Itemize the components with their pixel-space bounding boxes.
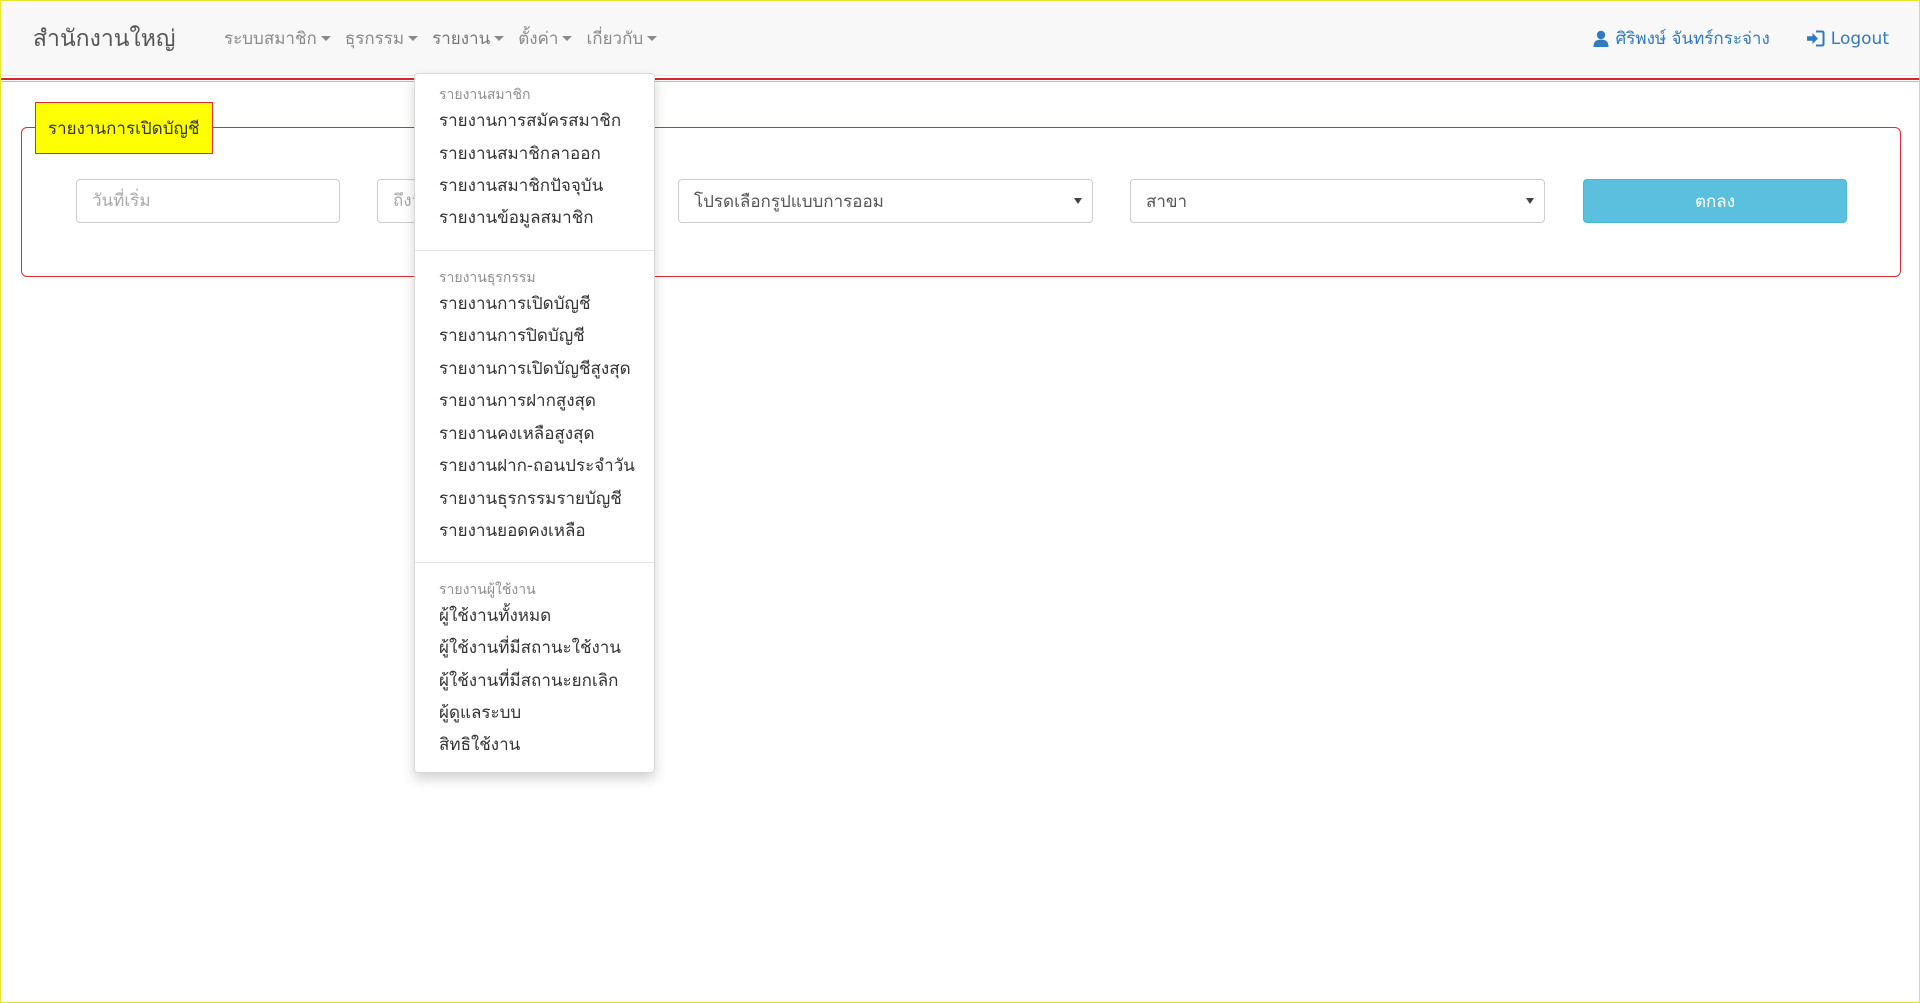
submit-button[interactable]: ตกลง: [1583, 179, 1847, 223]
dropdown-item[interactable]: รายงานฝาก-ถอนประจำวัน: [439, 451, 639, 481]
savings-type-select[interactable]: โปรดเลือกรูปแบบการออม: [678, 179, 1093, 223]
dropdown-item[interactable]: รายงานธุรกรรมรายบัญชี: [439, 484, 639, 514]
caret-down-icon: [408, 36, 419, 41]
dropdown-item[interactable]: ผู้ใช้งานทั้งหมด: [439, 601, 639, 631]
branch-value: สาขา: [1146, 191, 1188, 212]
nav-menu-label: ธุรกรรม: [344, 29, 405, 49]
dropdown-item[interactable]: รายงานการปิดบัญชี: [439, 321, 639, 351]
nav-menu-label: ตั้งค่า: [518, 29, 559, 49]
nav-menu-settings[interactable]: ตั้งค่า: [511, 25, 579, 52]
dropdown-item[interactable]: รายงานการเปิดบัญชีสูงสุด: [439, 354, 639, 384]
start-date-input[interactable]: [76, 179, 340, 223]
caret-down-icon: [562, 36, 573, 41]
caret-down-icon: [494, 36, 505, 41]
nav-menu-reports[interactable]: รายงาน: [425, 25, 511, 52]
dropdown-item[interactable]: ผู้ใช้งานที่มีสถานะยกเลิก: [439, 666, 639, 696]
dropdown-header-users: รายงานผู้ใช้งาน: [439, 582, 536, 598]
nav-menu-about[interactable]: เกี่ยวกับ: [579, 25, 664, 52]
header-divider-light: [1, 81, 1919, 82]
dropdown-header-members: รายงานสมาชิก: [439, 87, 531, 103]
nav-menu: ระบบสมาชิก ธุรกรรม รายงาน ตั้งค่า เกี่ยว…: [217, 25, 664, 52]
user-profile-link[interactable]: ศิริพงษ์ จันทร์กระจ่าง: [1593, 25, 1770, 52]
logout-icon: [1806, 30, 1825, 47]
nav-menu-label: เกี่ยวกับ: [586, 29, 644, 49]
logout-link[interactable]: Logout: [1806, 25, 1889, 52]
dropdown-item[interactable]: รายงานการเปิดบัญชี: [439, 289, 639, 319]
nav-menu-label: ระบบสมาชิก: [224, 29, 317, 49]
dropdown-item[interactable]: รายงานการสมัครสมาชิก: [439, 106, 639, 136]
user-name: ศิริพงษ์ จันทร์กระจ่าง: [1615, 29, 1770, 49]
dropdown-header-transactions: รายงานธุรกรรม: [439, 270, 536, 286]
caret-down-icon: [647, 36, 658, 41]
nav-right: ศิริพงษ์ จันทร์กระจ่าง Logout: [1593, 25, 1889, 52]
dropdown-item[interactable]: รายงานการฝากสูงสุด: [439, 386, 639, 416]
dropdown-item[interactable]: รายงานข้อมูลสมาชิก: [439, 203, 639, 233]
dropdown-item[interactable]: ผู้ดูแลระบบ: [439, 698, 639, 728]
nav-menu-members[interactable]: ระบบสมาชิก: [217, 25, 338, 52]
select-arrow-icon: [1074, 198, 1082, 204]
logout-label: Logout: [1830, 28, 1889, 49]
dropdown-divider: [415, 562, 654, 563]
dropdown-divider: [415, 250, 654, 251]
nav-menu-transactions[interactable]: ธุรกรรม: [338, 25, 425, 52]
panel-title: รายงานการเปิดบัญชี: [35, 102, 213, 154]
savings-type-value: โปรดเลือกรูปแบบการออม: [694, 191, 884, 212]
dropdown-item[interactable]: รายงานคงเหลือสูงสุด: [439, 419, 639, 449]
user-icon: [1593, 30, 1609, 47]
header-divider: [1, 78, 1919, 80]
brand-title[interactable]: สำนักงานใหญ่: [33, 21, 175, 57]
navbar: สำนักงานใหญ่ ระบบสมาชิก ธุรกรรม รายงาน ต…: [1, 1, 1919, 76]
dropdown-item[interactable]: ผู้ใช้งานที่มีสถานะใช้งาน: [439, 633, 639, 663]
caret-down-icon: [320, 36, 331, 41]
select-arrow-icon: [1526, 198, 1534, 204]
branch-select[interactable]: สาขา: [1130, 179, 1545, 223]
dropdown-item[interactable]: รายงานสมาชิกปัจจุบัน: [439, 171, 639, 201]
dropdown-item[interactable]: สิทธิใช้งาน: [439, 730, 639, 760]
dropdown-item[interactable]: รายงานยอดคงเหลือ: [439, 516, 639, 546]
dropdown-item[interactable]: รายงานสมาชิกลาออก: [439, 139, 639, 169]
nav-menu-label: รายงาน: [432, 29, 491, 49]
reports-dropdown-menu: รายงานสมาชิก รายงานการสมัครสมาชิก รายงาน…: [414, 73, 655, 773]
